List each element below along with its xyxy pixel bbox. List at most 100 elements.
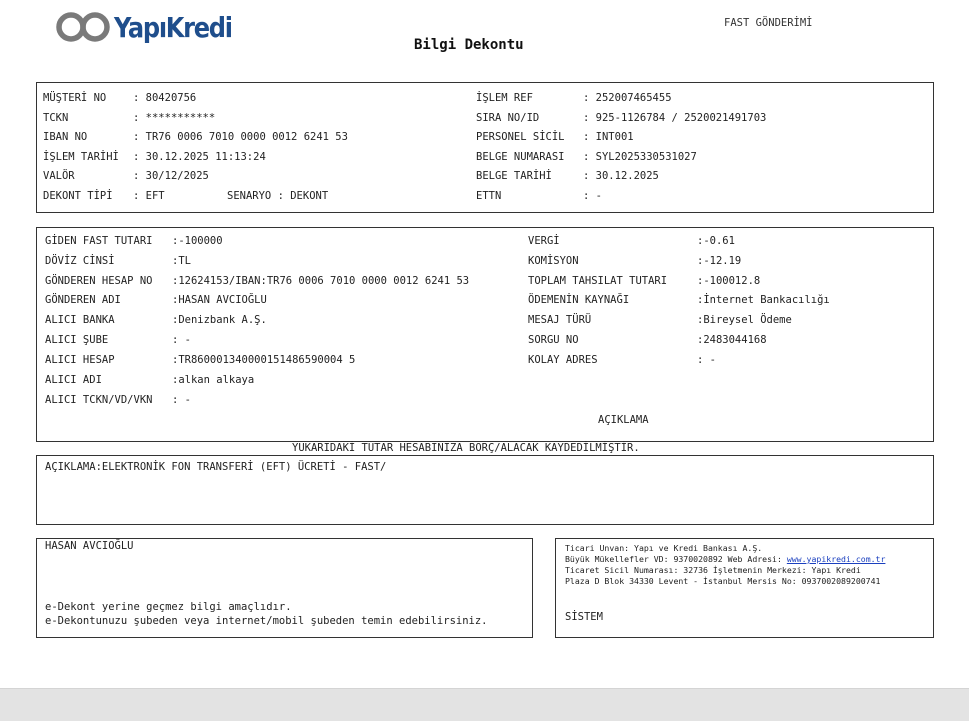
islem-tarihi-label: İŞLEM TARİHİ xyxy=(43,151,119,163)
musteri-no-row: MÜŞTERİ NO: 80420756 xyxy=(43,92,197,104)
sira-no-value: 925-1126784 / 2520021491703 xyxy=(595,112,767,124)
toplam-label: TOPLAM TAHSILAT TUTARI xyxy=(528,275,668,287)
dekont-tipi-row: DEKONT TİPİ: EFT SENARYO : DEKONT xyxy=(43,190,329,202)
alici-adi-row: ALICI ADI:alkan alkaya xyxy=(45,374,255,386)
personel-sicil-row: PERSONEL SİCİL: INT001 xyxy=(476,131,634,143)
ettn-label: ETTN xyxy=(476,190,502,202)
kolay-adres-label: KOLAY ADRES xyxy=(528,354,598,366)
kolay-adres-row: KOLAY ADRES: - xyxy=(528,354,716,366)
alici-adi-label: ALICI ADI xyxy=(45,374,102,386)
kolay-adres-value: - xyxy=(703,354,716,366)
description-text: AÇIKLAMA:ELEKTRONİK FON TRANSFERİ (EFT) … xyxy=(45,461,387,473)
alici-sube-value: - xyxy=(178,334,191,346)
toplam-value: -100012.8 xyxy=(703,275,761,287)
islem-tarihi-value: 30.12.2025 11:13:24 xyxy=(145,151,266,163)
sira-no-label: SIRA NO/ID xyxy=(476,112,540,124)
belge-numarasi-label: BELGE NUMARASI xyxy=(476,151,565,163)
description-box: AÇIKLAMA:ELEKTRONİK FON TRANSFERİ (EFT) … xyxy=(36,455,934,525)
islem-tarihi-row: İŞLEM TARİHİ: 30.12.2025 11:13:24 xyxy=(43,151,266,163)
giden-tutar-value: -100000 xyxy=(178,235,223,247)
senaryo-value: DEKONT xyxy=(290,190,329,202)
yapikredi-swirl-icon xyxy=(56,12,110,42)
vergi-row: VERGİ:-0.61 xyxy=(528,235,735,247)
transfer-type: FAST GÖNDERİMİ xyxy=(724,17,813,29)
dekont-tipi-value: EFT xyxy=(145,190,165,202)
alici-sube-label: ALICI ŞUBE xyxy=(45,334,109,346)
personel-sicil-value: INT001 xyxy=(595,131,634,143)
belge-tarihi-label: BELGE TARİHİ xyxy=(476,170,552,182)
gonderen-adi-label: GÖNDEREN ADI xyxy=(45,294,121,306)
gonderen-adi-value: HASAN AVCIOĞLU xyxy=(178,294,267,306)
tckn-row: TCKN: *********** xyxy=(43,112,216,124)
islem-ref-value: 252007465455 xyxy=(595,92,672,104)
alici-tckn-label: ALICI TCKN/VD/VKN xyxy=(45,394,153,406)
debit-credit-notice: YUKARIDAKİ TUTAR HESABINIZA BORÇ/ALACAK … xyxy=(292,442,640,454)
transaction-info-box: MÜŞTERİ NO: 80420756 TCKN: *********** I… xyxy=(36,82,934,213)
vergi-value: -0.61 xyxy=(703,235,735,247)
alici-adi-value: alkan alkaya xyxy=(178,374,255,386)
gonderen-hesap-row: GÖNDEREN HESAP NO:12624153/IBAN:TR76 000… xyxy=(45,275,470,287)
odeme-kaynagi-label: ÖDEMENİN KAYNAĞI xyxy=(528,294,630,306)
odeme-kaynagi-row: ÖDEMENİN KAYNAĞI:İnternet Bankacılığı xyxy=(528,294,830,306)
yapikredi-logo: YapıKredi xyxy=(54,9,251,45)
sistem-label: SİSTEM xyxy=(565,611,603,623)
gonderen-adi-row: GÖNDEREN ADI:HASAN AVCIOĞLU xyxy=(45,294,267,306)
bank-tax-text: Büyük Mükellefler VD: 9370020892 Web Adr… xyxy=(565,554,787,564)
alici-hesap-row: ALICI HESAP:TR860001340000151486590004 5 xyxy=(45,354,356,366)
valor-row: VALÖR: 30/12/2025 xyxy=(43,170,209,182)
sorgu-no-label: SORGU NO xyxy=(528,334,579,346)
komisyon-label: KOMİSYON xyxy=(528,255,579,267)
tckn-label: TCKN xyxy=(43,112,69,124)
gonderen-hesap-label: GÖNDEREN HESAP NO xyxy=(45,275,153,287)
tckn-value: *********** xyxy=(145,112,216,124)
dekont-tipi-label: DEKONT TİPİ xyxy=(43,190,113,202)
bank-tax-line: Büyük Mükellefler VD: 9370020892 Web Adr… xyxy=(565,554,885,565)
belge-tarihi-row: BELGE TARİHİ: 30.12.2025 xyxy=(476,170,659,182)
valor-value: 30/12/2025 xyxy=(145,170,209,182)
alici-banka-value: Denizbank A.Ş. xyxy=(178,314,267,326)
alici-tckn-row: ALICI TCKN/VD/VKN: - xyxy=(45,394,191,406)
bank-address-line: Plaza D Blok 34330 Levent - İstanbul Mer… xyxy=(565,576,881,586)
alici-banka-label: ALICI BANKA xyxy=(45,314,115,326)
edekont-note-2: e-Dekontunuzu şubeden veya internet/mobi… xyxy=(45,615,488,627)
edekont-note-1: e-Dekont yerine geçmez bilgi amaçlıdır. xyxy=(45,601,292,613)
mesaj-turu-value: Bireysel Ödeme xyxy=(703,314,792,326)
giden-tutar-label: GİDEN FAST TUTARI xyxy=(45,235,153,247)
personel-sicil-label: PERSONEL SİCİL xyxy=(476,131,565,143)
musteri-no-value: 80420756 xyxy=(145,92,197,104)
transfer-details-box: GİDEN FAST TUTARI:-100000 DÖVİZ CİNSİ:TL… xyxy=(36,227,934,442)
ettn-row: ETTN: - xyxy=(476,190,602,202)
bank-trade-name: Ticari Unvan: Yapı ve Kredi Bankası A.Ş. xyxy=(565,543,763,553)
alici-banka-row: ALICI BANKA:Denizbank A.Ş. xyxy=(45,314,267,326)
mesaj-turu-label: MESAJ TÜRÜ xyxy=(528,314,592,326)
bank-info-box: Ticari Unvan: Yapı ve Kredi Bankası A.Ş.… xyxy=(555,538,934,638)
alici-tckn-value: - xyxy=(178,394,191,406)
islem-ref-row: İŞLEM REF: 252007465455 xyxy=(476,92,672,104)
komisyon-value: -12.19 xyxy=(703,255,742,267)
iban-label: IBAN NO xyxy=(43,131,88,143)
senaryo-label: SENARYO xyxy=(227,190,272,202)
viewer-bottom-bar xyxy=(0,688,969,721)
gonderen-hesap-value: 12624153/IBAN:TR76 0006 7010 0000 0012 6… xyxy=(178,275,470,287)
bank-website-link[interactable]: www.yapikredi.com.tr xyxy=(787,554,886,564)
alici-hesap-value: TR860001340000151486590004 5 xyxy=(178,354,356,366)
ettn-value: - xyxy=(595,190,602,202)
sorgu-no-row: SORGU NO:2483044168 xyxy=(528,334,767,346)
customer-box: HASAN AVCIOĞLU e-Dekont yerine geçmez bi… xyxy=(36,538,533,638)
toplam-row: TOPLAM TAHSILAT TUTARI:-100012.8 xyxy=(528,275,761,287)
odeme-kaynagi-value: İnternet Bankacılığı xyxy=(703,294,830,306)
belge-numarasi-row: BELGE NUMARASI: SYL2025330531027 xyxy=(476,151,697,163)
valor-label: VALÖR xyxy=(43,170,75,182)
iban-row: IBAN NO: TR76 0006 7010 0000 0012 6241 5… xyxy=(43,131,348,143)
islem-ref-label: İŞLEM REF xyxy=(476,92,533,104)
giden-tutar-row: GİDEN FAST TUTARI:-100000 xyxy=(45,235,223,247)
komisyon-row: KOMİSYON:-12.19 xyxy=(528,255,742,267)
customer-name: HASAN AVCIOĞLU xyxy=(45,540,134,552)
aciklama-heading: AÇIKLAMA xyxy=(598,414,649,426)
doviz-row: DÖVİZ CİNSİ:TL xyxy=(45,255,191,267)
mesaj-turu-row: MESAJ TÜRÜ:Bireysel Ödeme xyxy=(528,314,792,326)
musteri-no-label: MÜŞTERİ NO xyxy=(43,92,107,104)
sira-no-row: SIRA NO/ID: 925-1126784 / 2520021491703 xyxy=(476,112,767,124)
sorgu-no-value: 2483044168 xyxy=(703,334,767,346)
brand-name: YapıKredi xyxy=(114,10,233,44)
